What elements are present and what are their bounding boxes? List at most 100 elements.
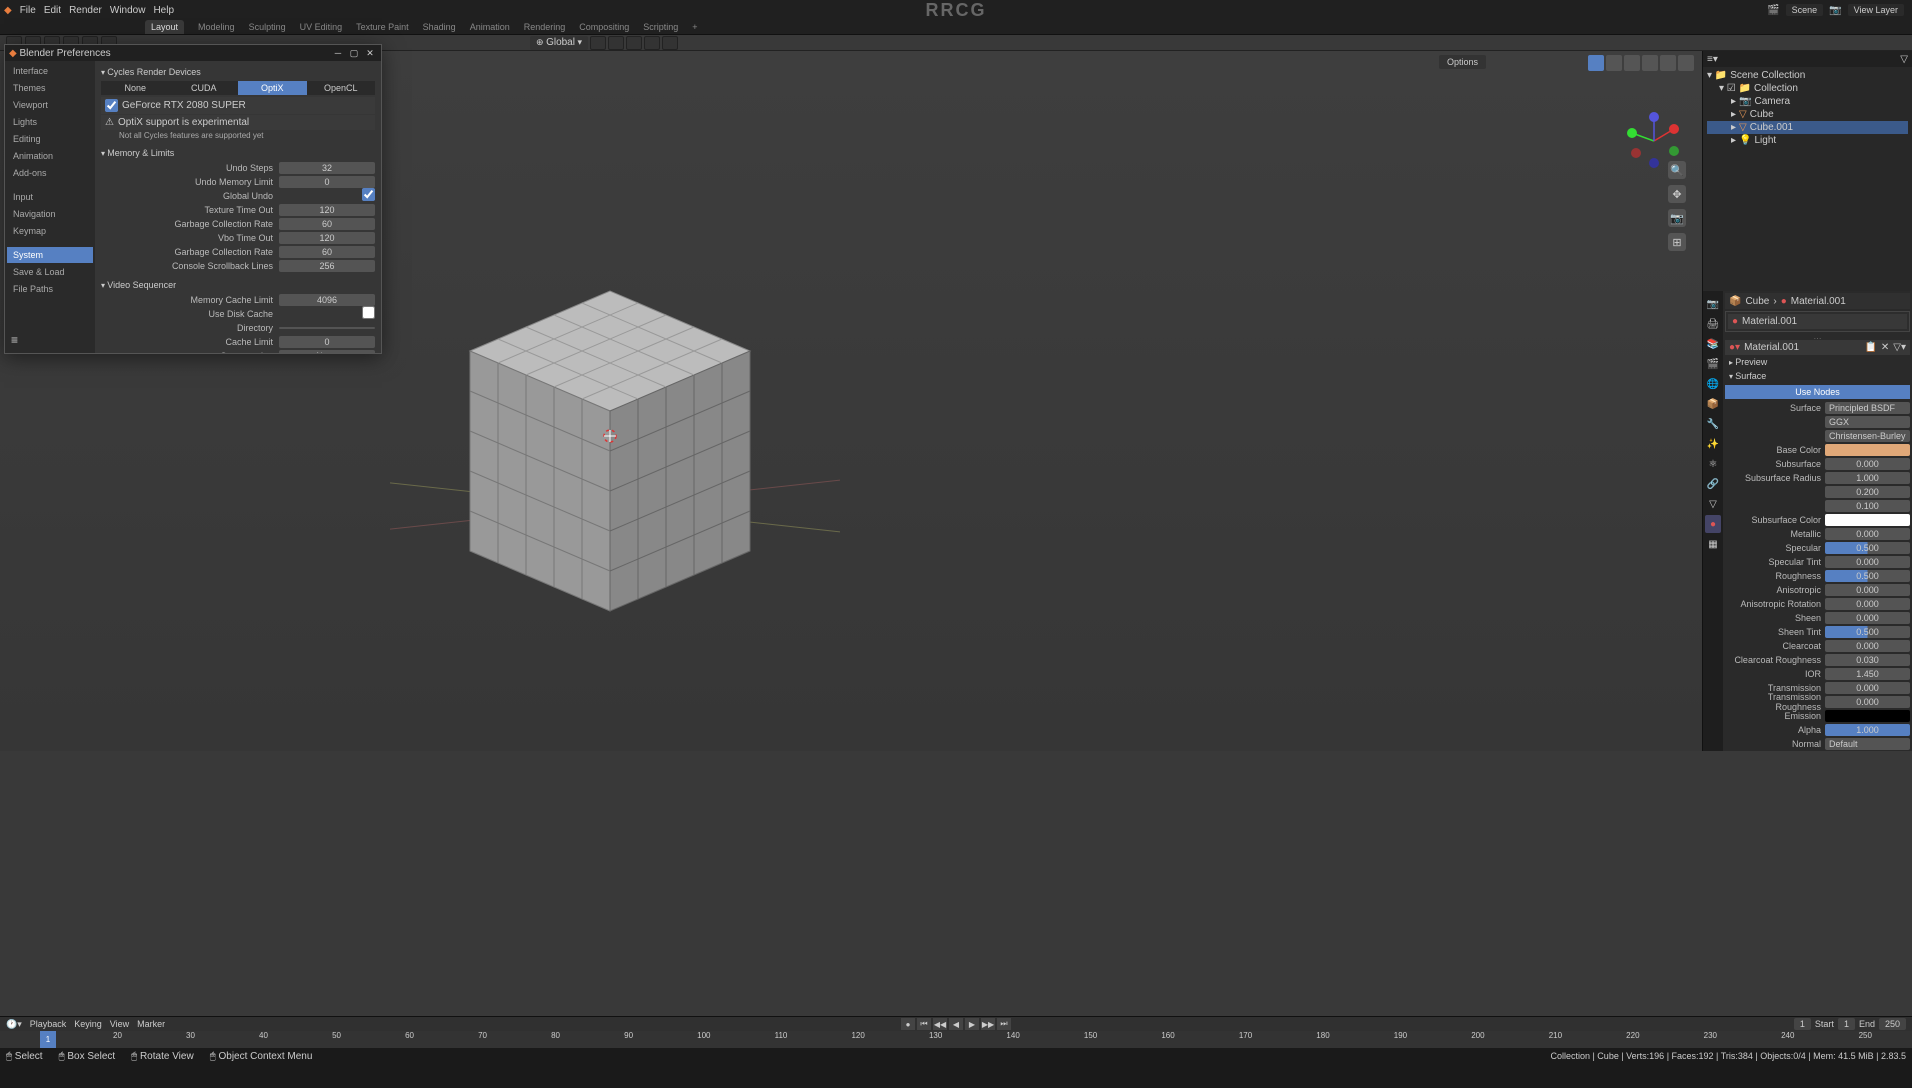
distribution-dropdown[interactable]: GGX (1825, 416, 1910, 428)
subsurf-method-dropdown[interactable]: Christensen-Burley (1825, 430, 1910, 442)
param-Alpha[interactable]: 1.000 (1825, 724, 1910, 736)
pref-val-garbage-collection-rate[interactable]: 60 (279, 246, 375, 258)
param-Subsurface[interactable]: 0.000 (1825, 458, 1910, 470)
section-surface[interactable]: Surface (1725, 369, 1910, 383)
close-icon[interactable]: ✕ (363, 48, 377, 59)
tab-texture-paint[interactable]: Texture Paint (356, 22, 409, 32)
param-sub-4[interactable]: 0.100 (1825, 500, 1910, 512)
menu-edit[interactable]: Edit (44, 5, 61, 16)
pref-val-garbage-collection-rate[interactable]: 60 (279, 218, 375, 230)
pref-val-memory-cache-limit[interactable]: 4096 (279, 294, 375, 306)
perspective-icon[interactable]: ⊞ (1668, 233, 1686, 251)
viewlayer-selector[interactable]: View Layer (1848, 4, 1904, 16)
prefs-tab-editing[interactable]: Editing (7, 131, 93, 147)
overlay-btn-5[interactable] (1660, 55, 1676, 71)
pref-val-directory[interactable] (279, 327, 375, 329)
param-Emission[interactable] (1825, 710, 1910, 722)
tab-mesh[interactable]: ▽ (1705, 495, 1721, 513)
move-view-icon[interactable]: ✥ (1668, 185, 1686, 203)
pref-val-compression[interactable]: None (279, 350, 375, 354)
param-Sheen[interactable]: 0.000 (1825, 612, 1910, 624)
param-Specular Tint[interactable]: 0.000 (1825, 556, 1910, 568)
tab-texture[interactable]: ▦ (1705, 535, 1721, 553)
orientation-dropdown[interactable]: ⊕ Global ▾ (530, 36, 588, 50)
tab-sculpting[interactable]: Sculpting (249, 22, 286, 32)
pref-val-console-scrollback-lines[interactable]: 256 (279, 260, 375, 272)
tree-light[interactable]: ▸ 💡 Light (1707, 134, 1908, 147)
snap-icon[interactable] (608, 36, 624, 50)
tab-optix[interactable]: OptiX (238, 81, 307, 95)
tab-rendering[interactable]: Rendering (524, 22, 566, 32)
maximize-icon[interactable]: ▢ (347, 48, 361, 59)
zoom-icon[interactable]: 🔍 (1668, 161, 1686, 179)
overlay-btn-4[interactable] (1642, 55, 1658, 71)
prefs-tab-animation[interactable]: Animation (7, 148, 93, 164)
tab-scripting[interactable]: Scripting (643, 22, 678, 32)
prefs-tab-lights[interactable]: Lights (7, 114, 93, 130)
param-Transmission[interactable]: 0.000 (1825, 682, 1910, 694)
tab-none[interactable]: None (101, 81, 170, 95)
options-button[interactable]: Options (1439, 55, 1486, 69)
keyframe-next-icon[interactable]: ▶▶ (981, 1018, 995, 1030)
header-mid-4[interactable] (644, 36, 660, 50)
overlay-btn-6[interactable] (1678, 55, 1694, 71)
tab-physics[interactable]: ⚛ (1705, 455, 1721, 473)
pref-val-vbo-time-out[interactable]: 120 (279, 232, 375, 244)
param-Anisotropic[interactable]: 0.000 (1825, 584, 1910, 596)
tab-layout[interactable]: Layout (145, 20, 184, 34)
prefs-tab-viewport[interactable]: Viewport (7, 97, 93, 113)
overlay-btn-3[interactable] (1624, 55, 1640, 71)
material-dropdown-icon[interactable]: ▽▾ (1893, 342, 1906, 353)
tree-scene-collection[interactable]: ▾ 📁 Scene Collection (1707, 69, 1908, 82)
tab-add[interactable]: + (692, 22, 697, 32)
param-Sheen Tint[interactable]: 0.500 (1825, 626, 1910, 638)
tree-camera[interactable]: ▸ 📷 Camera (1707, 95, 1908, 108)
pref-val-texture-time-out[interactable]: 120 (279, 204, 375, 216)
keyframe-prev-icon[interactable]: ◀◀ (933, 1018, 947, 1030)
prefs-tab-input[interactable]: Input (7, 189, 93, 205)
outliner-type-icon[interactable]: ≡▾ (1707, 54, 1718, 65)
scene-icon[interactable]: 🎬 (1767, 5, 1779, 16)
prefs-tab-filepaths[interactable]: File Paths (7, 281, 93, 297)
outliner-filter-icon[interactable]: ▽ (1900, 54, 1908, 65)
menu-file[interactable]: File (20, 5, 36, 16)
jump-start-icon[interactable]: ⏮ (917, 1018, 931, 1030)
param-Clearcoat Roughness[interactable]: 0.030 (1825, 654, 1910, 666)
hdr-view[interactable]: View (110, 1019, 129, 1029)
new-material-icon[interactable]: 📋 (1864, 342, 1876, 353)
tab-object[interactable]: 📦 (1705, 395, 1721, 413)
section-preview[interactable]: Preview (1725, 355, 1910, 369)
section-cycles-devices[interactable]: Cycles Render Devices (101, 65, 375, 79)
current-frame[interactable]: 1 (1794, 1018, 1811, 1030)
tab-scene-props[interactable]: 🎬 (1705, 355, 1721, 373)
unlink-material-icon[interactable]: ✕ (1881, 342, 1889, 353)
tab-output[interactable]: 🖨 (1705, 315, 1721, 333)
prefs-tab-interface[interactable]: Interface (7, 63, 93, 79)
tab-viewlayer[interactable]: 📚 (1705, 335, 1721, 353)
pref-val-undo-memory-limit[interactable]: 0 (279, 176, 375, 188)
hdr-marker[interactable]: Marker (137, 1019, 165, 1029)
menu-help[interactable]: Help (153, 5, 174, 16)
tab-world[interactable]: 🌐 (1705, 375, 1721, 393)
proportional-icon[interactable] (626, 36, 642, 50)
prefs-tab-addons[interactable]: Add-ons (7, 165, 93, 181)
overlay-btn-2[interactable] (1606, 55, 1622, 71)
tab-uv-editing[interactable]: UV Editing (300, 22, 343, 32)
menu-render[interactable]: Render (69, 5, 102, 16)
param-Metallic[interactable]: 0.000 (1825, 528, 1910, 540)
tab-shading[interactable]: Shading (423, 22, 456, 32)
gpu-device-row[interactable]: GeForce RTX 2080 SUPER (101, 97, 375, 114)
breadcrumb-mat[interactable]: Material.001 (1791, 296, 1846, 307)
section-video-sequencer[interactable]: Video Sequencer (101, 278, 375, 292)
param-Clearcoat[interactable]: 0.000 (1825, 640, 1910, 652)
play-reverse-icon[interactable]: ◀ (949, 1018, 963, 1030)
tab-opencl[interactable]: OpenCL (307, 81, 376, 95)
param-Base Color[interactable] (1825, 444, 1910, 456)
param-Subsurface Radius[interactable]: 1.000 (1825, 472, 1910, 484)
pref-val-undo-steps[interactable]: 32 (279, 162, 375, 174)
gpu-checkbox[interactable] (105, 99, 118, 112)
pref-check-global-undo[interactable] (362, 188, 375, 201)
timeline-type-icon[interactable]: 🕐▾ (6, 1019, 22, 1030)
viewlayer-icon[interactable]: 📷 (1829, 5, 1841, 16)
tree-collection[interactable]: ▾ ☑ 📁 Collection (1707, 82, 1908, 95)
